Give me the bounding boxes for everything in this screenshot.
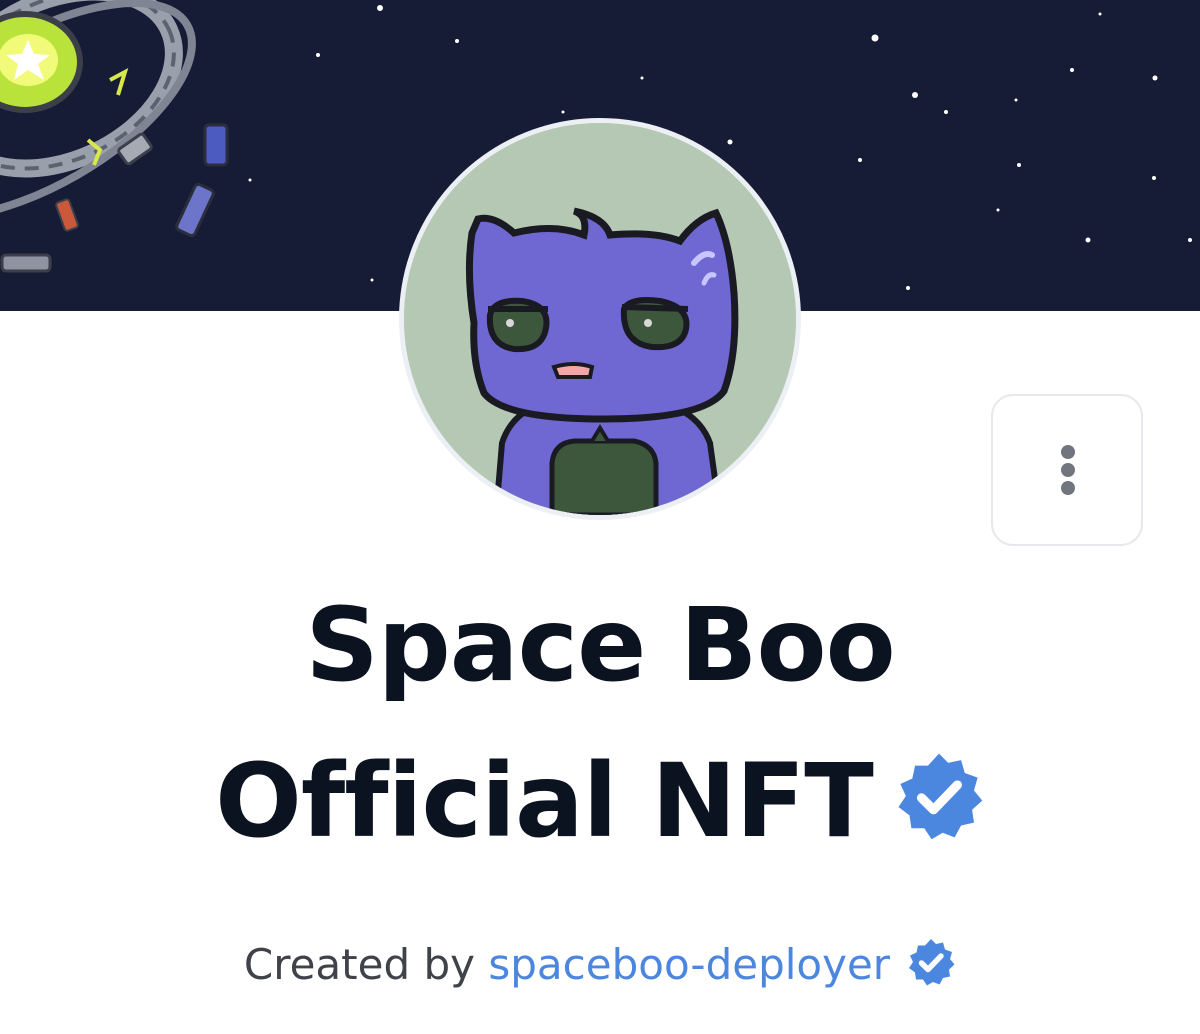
collection-title-line-2-wrap: Official NFT: [100, 724, 1100, 880]
collection-title-line-2: Official NFT: [215, 742, 874, 861]
collection-avatar[interactable]: [399, 118, 801, 520]
verified-badge-icon: [909, 939, 955, 986]
creator-username-link[interactable]: spaceboo-deployer: [488, 940, 890, 989]
creator-line: Created by spaceboo-deployer: [100, 930, 1100, 1000]
more-options-button[interactable]: [991, 394, 1143, 546]
collection-title-line-1: Space Boo: [305, 586, 895, 705]
purple-cat-avatar: [404, 123, 796, 515]
creator-prefix: Created by: [243, 940, 476, 989]
verified-badge-icon: [898, 753, 983, 840]
collection-title: Space Boo Official NFT: [100, 568, 1100, 880]
more-vertical-icon: [1061, 445, 1075, 495]
